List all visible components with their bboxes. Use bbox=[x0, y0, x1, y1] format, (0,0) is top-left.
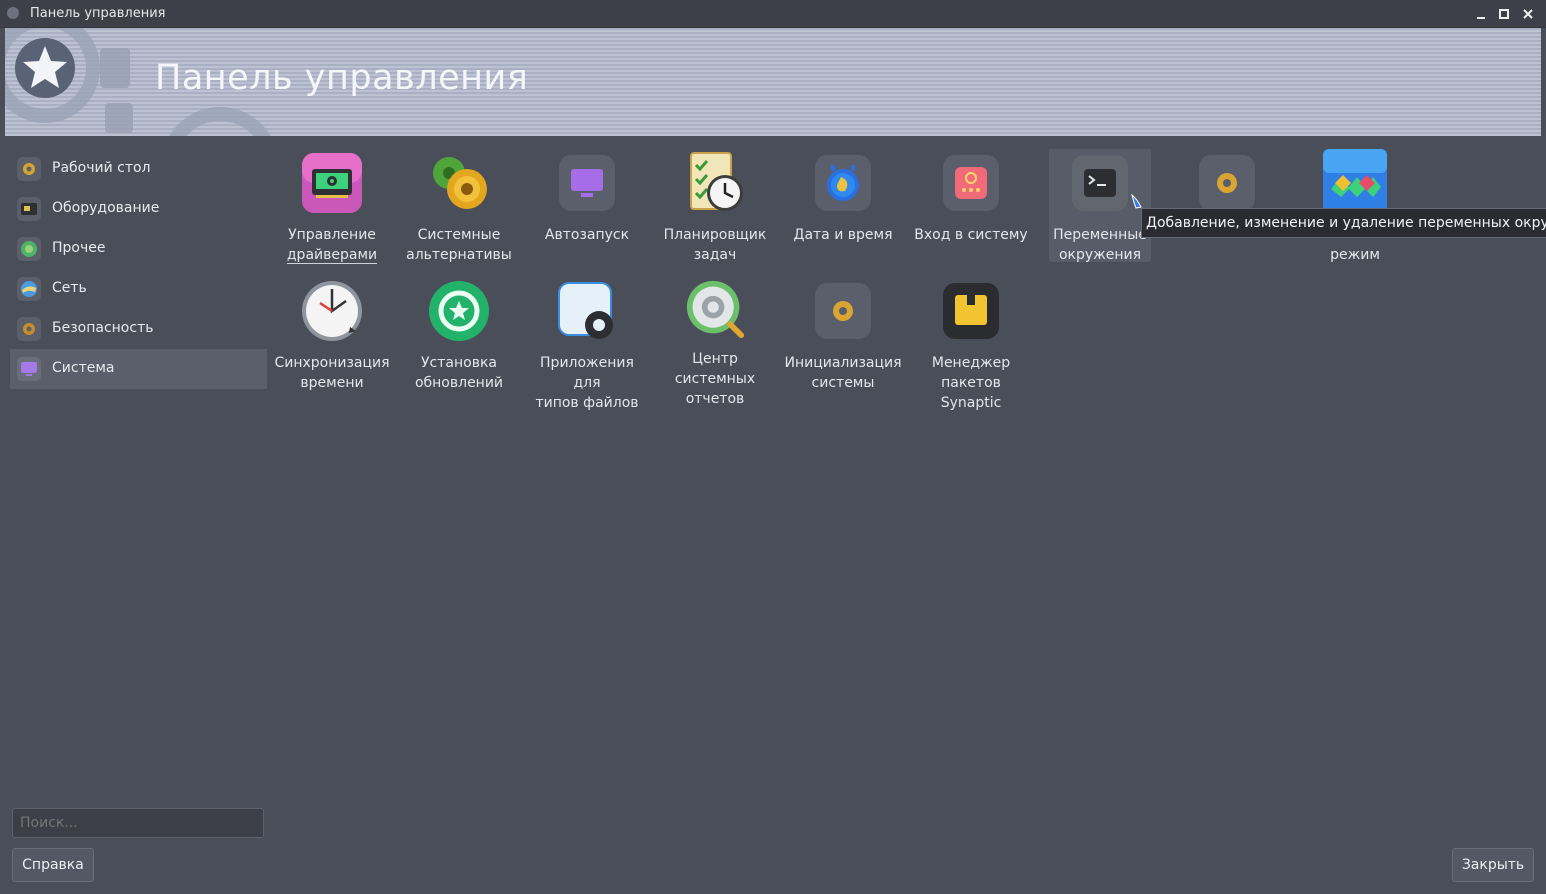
mode-icon bbox=[1323, 149, 1387, 213]
tile-label: Планировщик bbox=[663, 227, 767, 243]
terminal-icon bbox=[1072, 155, 1128, 211]
tile-date-time[interactable]: Дата и время bbox=[783, 151, 903, 245]
sidebar-item-label: Безопасность bbox=[52, 320, 154, 336]
sidebar-item-other[interactable]: Прочее bbox=[10, 229, 267, 269]
close-icon bbox=[1523, 9, 1533, 19]
tile-label: Переменные bbox=[1053, 227, 1147, 243]
tile-task-scheduler[interactable]: Планировщик задач bbox=[655, 151, 775, 265]
tile-label: режим bbox=[1330, 247, 1380, 263]
driver-card-icon bbox=[302, 153, 362, 213]
pointer-cursor-icon bbox=[1131, 193, 1142, 209]
tile-label: Автозапуск bbox=[544, 227, 630, 243]
tile-label: системных bbox=[674, 371, 756, 387]
tile-label: Вход в систему bbox=[914, 227, 1028, 243]
system-monitor-icon bbox=[17, 357, 41, 381]
tile-time-sync[interactable]: Синхронизация времени bbox=[272, 279, 392, 393]
tile-login[interactable]: Вход в систему bbox=[911, 151, 1031, 245]
minimize-icon bbox=[1477, 17, 1485, 19]
tile-label: пакетов Synaptic bbox=[940, 375, 1002, 411]
close-button[interactable]: Закрыть bbox=[1452, 848, 1534, 882]
tile-label: Управление bbox=[288, 227, 376, 243]
header-banner: Панель управления bbox=[5, 28, 1541, 136]
app-icon bbox=[7, 7, 19, 19]
tile-label: Центр bbox=[692, 351, 738, 367]
hardware-icon bbox=[17, 197, 41, 221]
search-input[interactable] bbox=[12, 808, 264, 838]
close-window-button[interactable] bbox=[1518, 4, 1538, 24]
clock-icon bbox=[815, 155, 871, 211]
sidebar-item-label: Прочее bbox=[52, 240, 106, 256]
init-icon bbox=[815, 283, 871, 339]
tile-label: драйверами bbox=[286, 247, 378, 264]
tile-label: Инициализация bbox=[784, 355, 902, 371]
sidebar-item-label: Рабочий стол bbox=[52, 160, 151, 176]
tile-label: Дата и время bbox=[793, 227, 893, 243]
tile-install-updates[interactable]: Установка обновлений bbox=[399, 279, 519, 393]
login-icon bbox=[943, 155, 999, 211]
maximize-icon bbox=[1499, 9, 1509, 19]
tile-label: типов файлов bbox=[535, 395, 639, 411]
sidebar-item-network[interactable]: Сеть bbox=[10, 269, 267, 309]
time-sync-icon bbox=[302, 281, 362, 341]
sidebar-item-label: Оборудование bbox=[52, 200, 160, 216]
security-gear-icon bbox=[17, 317, 41, 341]
tile-driver-management[interactable]: Управление драйверами bbox=[272, 151, 392, 265]
banner-title: Панель управления bbox=[155, 58, 529, 98]
tile-autostart[interactable]: Автозапуск bbox=[527, 151, 647, 245]
tile-label: Системные bbox=[417, 227, 501, 243]
synaptic-icon bbox=[943, 283, 999, 339]
tile-synaptic[interactable]: Менеджер пакетов Synaptic bbox=[911, 279, 1031, 413]
help-button[interactable]: Справка bbox=[12, 848, 94, 882]
tile-label: отчетов bbox=[685, 391, 745, 407]
tile-label: Менеджер bbox=[931, 355, 1011, 371]
gears-icon bbox=[433, 157, 487, 209]
tile-label: времени bbox=[300, 375, 364, 391]
file-types-icon bbox=[558, 282, 613, 339]
tile-label: Приложения для bbox=[540, 355, 634, 391]
gear-icon bbox=[1199, 155, 1255, 211]
tile-report-center[interactable]: Центр системных отчетов bbox=[655, 279, 775, 409]
other-icon bbox=[17, 237, 41, 261]
tile-label: Синхронизация bbox=[274, 355, 390, 371]
desktop-gear-icon bbox=[17, 157, 41, 181]
sidebar: Рабочий стол Оборудование Прочее Сеть Бе… bbox=[10, 149, 267, 389]
maximize-button[interactable] bbox=[1494, 4, 1514, 24]
sidebar-item-system[interactable]: Система bbox=[10, 349, 267, 389]
minimize-button[interactable] bbox=[1471, 4, 1491, 24]
globe-icon bbox=[17, 277, 41, 301]
title-bar: Панель управления bbox=[0, 0, 1546, 28]
tile-label: системы bbox=[811, 375, 875, 391]
tile-system-init[interactable]: Инициализация системы bbox=[783, 279, 903, 393]
sidebar-item-hardware[interactable]: Оборудование bbox=[10, 189, 267, 229]
tile-label: окружения bbox=[1058, 247, 1142, 263]
window-title: Панель управления bbox=[30, 6, 166, 21]
tile-file-type-apps[interactable]: Приложения для типов файлов bbox=[527, 279, 647, 413]
report-center-icon bbox=[686, 280, 745, 339]
sidebar-item-label: Система bbox=[52, 360, 115, 376]
sidebar-item-security[interactable]: Безопасность bbox=[10, 309, 267, 349]
monitor-icon bbox=[559, 155, 615, 211]
tile-label: задач bbox=[693, 247, 737, 263]
tile-system-alternatives[interactable]: Системные альтернативы bbox=[399, 151, 519, 265]
sidebar-item-label: Сеть bbox=[52, 280, 87, 296]
tile-label: обновлений bbox=[414, 375, 504, 391]
sidebar-item-desktop[interactable]: Рабочий стол bbox=[10, 149, 267, 189]
update-icon bbox=[429, 281, 489, 341]
tile-label: Установка bbox=[421, 355, 497, 371]
scheduler-icon bbox=[690, 152, 743, 211]
tile-mode[interactable]: режим bbox=[1295, 149, 1415, 265]
tooltip: Добавление, изменение и удаление перемен… bbox=[1141, 208, 1546, 238]
tile-label: альтернативы bbox=[406, 247, 512, 263]
